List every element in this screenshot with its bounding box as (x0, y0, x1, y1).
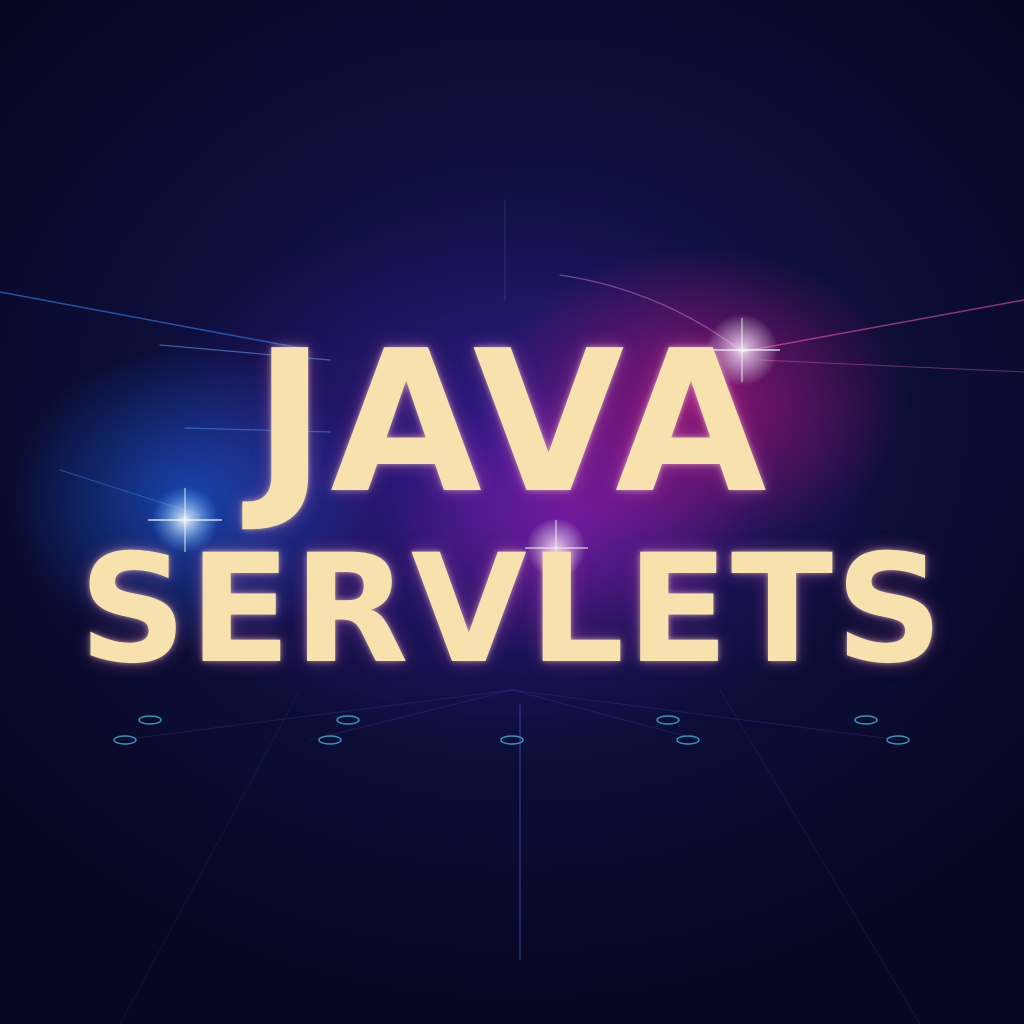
poster-canvas: JAVA SERVLETS (0, 0, 1024, 1024)
title-java: JAVA (253, 309, 771, 537)
perspective-grid (119, 689, 901, 741)
ground-rings (113, 715, 910, 745)
title-servlets: SERVLETS (78, 523, 946, 697)
